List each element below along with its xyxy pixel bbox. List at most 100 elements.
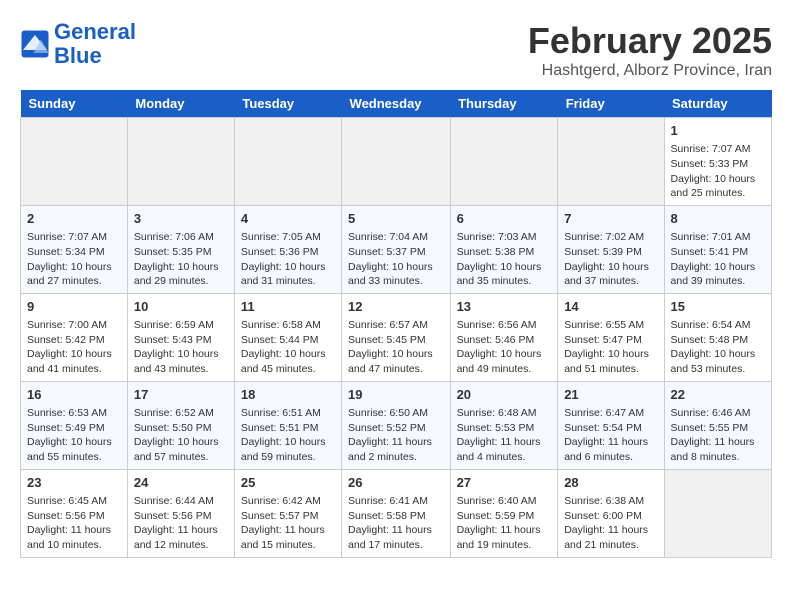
weekday-header-row: SundayMondayTuesdayWednesdayThursdayFrid… <box>21 90 772 118</box>
day-info: Sunrise: 7:01 AM Sunset: 5:41 PM Dayligh… <box>671 230 765 289</box>
day-info: Sunrise: 6:58 AM Sunset: 5:44 PM Dayligh… <box>241 318 335 377</box>
calendar-day-cell: 22 Sunrise: 6:46 AM Sunset: 5:55 PM Dayli… <box>664 381 771 469</box>
day-info: Sunrise: 7:05 AM Sunset: 5:36 PM Dayligh… <box>241 230 335 289</box>
month-title: February 2025 <box>528 20 772 62</box>
day-info: Sunrise: 6:50 AM Sunset: 5:52 PM Dayligh… <box>348 406 444 465</box>
calendar-day-cell <box>558 118 664 206</box>
calendar-day-cell: 13 Sunrise: 6:56 AM Sunset: 5:46 PM Dayli… <box>450 293 558 381</box>
day-info: Sunrise: 6:42 AM Sunset: 5:57 PM Dayligh… <box>241 494 335 553</box>
day-number: 27 <box>457 474 552 492</box>
day-number: 22 <box>671 386 765 404</box>
calendar-day-cell: 2 Sunrise: 7:07 AM Sunset: 5:34 PM Daylig… <box>21 205 128 293</box>
day-number: 1 <box>671 122 765 140</box>
calendar-day-cell: 21 Sunrise: 6:47 AM Sunset: 5:54 PM Dayli… <box>558 381 664 469</box>
weekday-header-thursday: Thursday <box>450 90 558 118</box>
day-info: Sunrise: 6:57 AM Sunset: 5:45 PM Dayligh… <box>348 318 444 377</box>
calendar-day-cell: 26 Sunrise: 6:41 AM Sunset: 5:58 PM Dayli… <box>342 469 451 557</box>
day-number: 20 <box>457 386 552 404</box>
day-number: 9 <box>27 298 121 316</box>
calendar-day-cell: 20 Sunrise: 6:48 AM Sunset: 5:53 PM Dayli… <box>450 381 558 469</box>
calendar-day-cell <box>450 118 558 206</box>
calendar-day-cell: 8 Sunrise: 7:01 AM Sunset: 5:41 PM Daylig… <box>664 205 771 293</box>
title-block: February 2025 Hashtgerd, Alborz Province… <box>528 20 772 80</box>
day-number: 19 <box>348 386 444 404</box>
day-info: Sunrise: 7:06 AM Sunset: 5:35 PM Dayligh… <box>134 230 228 289</box>
calendar-day-cell: 3Sunrise: 7:06 AM Sunset: 5:35 PM Daylig… <box>127 205 234 293</box>
calendar-day-cell: 19 Sunrise: 6:50 AM Sunset: 5:52 PM Dayli… <box>342 381 451 469</box>
day-info: Sunrise: 6:48 AM Sunset: 5:53 PM Dayligh… <box>457 406 552 465</box>
day-info: Sunrise: 7:03 AM Sunset: 5:38 PM Dayligh… <box>457 230 552 289</box>
day-number: 6 <box>457 210 552 228</box>
day-info: Sunrise: 7:00 AM Sunset: 5:42 PM Dayligh… <box>27 318 121 377</box>
calendar-day-cell: 17Sunrise: 6:52 AM Sunset: 5:50 PM Dayli… <box>127 381 234 469</box>
day-number: 21 <box>564 386 657 404</box>
day-number: 28 <box>564 474 657 492</box>
logo-icon <box>20 29 50 59</box>
calendar-day-cell: 10 Sunrise: 6:59 AM Sunset: 5:43 PM Dayli… <box>127 293 234 381</box>
calendar-day-cell: 12 Sunrise: 6:57 AM Sunset: 5:45 PM Dayli… <box>342 293 451 381</box>
day-info: Sunrise: 6:44 AM Sunset: 5:56 PM Dayligh… <box>134 494 228 553</box>
calendar-day-cell: 11Sunrise: 6:58 AM Sunset: 5:44 PM Dayli… <box>234 293 341 381</box>
calendar-day-cell: 1 Sunrise: 7:07 AM Sunset: 5:33 PM Daylig… <box>664 118 771 206</box>
day-info: Sunrise: 6:45 AM Sunset: 5:56 PM Dayligh… <box>27 494 121 553</box>
calendar-day-cell: 28 Sunrise: 6:38 AM Sunset: 6:00 PM Dayli… <box>558 469 664 557</box>
day-info: Sunrise: 7:02 AM Sunset: 5:39 PM Dayligh… <box>564 230 657 289</box>
weekday-header-sunday: Sunday <box>21 90 128 118</box>
calendar-day-cell: 24 Sunrise: 6:44 AM Sunset: 5:56 PM Dayli… <box>127 469 234 557</box>
day-info: Sunrise: 6:56 AM Sunset: 5:46 PM Dayligh… <box>457 318 552 377</box>
weekday-header-saturday: Saturday <box>664 90 771 118</box>
day-number: 10 <box>134 298 228 316</box>
day-number: 15 <box>671 298 765 316</box>
weekday-header-friday: Friday <box>558 90 664 118</box>
calendar-day-cell: 7 Sunrise: 7:02 AM Sunset: 5:39 PM Daylig… <box>558 205 664 293</box>
calendar-day-cell <box>234 118 341 206</box>
calendar-day-cell: 9 Sunrise: 7:00 AM Sunset: 5:42 PM Daylig… <box>21 293 128 381</box>
calendar-day-cell: 25 Sunrise: 6:42 AM Sunset: 5:57 PM Dayli… <box>234 469 341 557</box>
day-info: Sunrise: 6:55 AM Sunset: 5:47 PM Dayligh… <box>564 318 657 377</box>
calendar-day-cell: 5 Sunrise: 7:04 AM Sunset: 5:37 PM Daylig… <box>342 205 451 293</box>
day-info: Sunrise: 6:59 AM Sunset: 5:43 PM Dayligh… <box>134 318 228 377</box>
calendar-day-cell: 15 Sunrise: 6:54 AM Sunset: 5:48 PM Dayli… <box>664 293 771 381</box>
day-number: 7 <box>564 210 657 228</box>
day-info: Sunrise: 6:41 AM Sunset: 5:58 PM Dayligh… <box>348 494 444 553</box>
calendar-day-cell: 18 Sunrise: 6:51 AM Sunset: 5:51 PM Dayli… <box>234 381 341 469</box>
day-number: 14 <box>564 298 657 316</box>
day-number: 5 <box>348 210 444 228</box>
day-info: Sunrise: 6:53 AM Sunset: 5:49 PM Dayligh… <box>27 406 121 465</box>
page-header: GeneralBlue February 2025 Hashtgerd, Alb… <box>20 20 772 80</box>
day-info: Sunrise: 6:47 AM Sunset: 5:54 PM Dayligh… <box>564 406 657 465</box>
day-number: 23 <box>27 474 121 492</box>
calendar-week-1: 1 Sunrise: 7:07 AM Sunset: 5:33 PM Daylig… <box>21 118 772 206</box>
day-number: 2 <box>27 210 121 228</box>
weekday-header-tuesday: Tuesday <box>234 90 341 118</box>
day-info: Sunrise: 7:07 AM Sunset: 5:33 PM Dayligh… <box>671 142 765 201</box>
day-info: Sunrise: 6:51 AM Sunset: 5:51 PM Dayligh… <box>241 406 335 465</box>
day-number: 12 <box>348 298 444 316</box>
day-number: 18 <box>241 386 335 404</box>
day-info: Sunrise: 6:38 AM Sunset: 6:00 PM Dayligh… <box>564 494 657 553</box>
calendar-day-cell <box>127 118 234 206</box>
calendar-day-cell: 16 Sunrise: 6:53 AM Sunset: 5:49 PM Dayli… <box>21 381 128 469</box>
day-info: Sunrise: 6:46 AM Sunset: 5:55 PM Dayligh… <box>671 406 765 465</box>
day-info: Sunrise: 7:04 AM Sunset: 5:37 PM Dayligh… <box>348 230 444 289</box>
day-number: 16 <box>27 386 121 404</box>
calendar-week-4: 16 Sunrise: 6:53 AM Sunset: 5:49 PM Dayli… <box>21 381 772 469</box>
day-number: 25 <box>241 474 335 492</box>
day-number: 8 <box>671 210 765 228</box>
weekday-header-monday: Monday <box>127 90 234 118</box>
day-number: 4 <box>241 210 335 228</box>
day-info: Sunrise: 6:54 AM Sunset: 5:48 PM Dayligh… <box>671 318 765 377</box>
day-info: Sunrise: 7:07 AM Sunset: 5:34 PM Dayligh… <box>27 230 121 289</box>
location-subtitle: Hashtgerd, Alborz Province, Iran <box>528 62 772 80</box>
calendar-day-cell <box>21 118 128 206</box>
logo: GeneralBlue <box>20 20 136 68</box>
calendar-table: SundayMondayTuesdayWednesdayThursdayFrid… <box>20 90 772 558</box>
day-info: Sunrise: 6:52 AM Sunset: 5:50 PM Dayligh… <box>134 406 228 465</box>
calendar-week-2: 2 Sunrise: 7:07 AM Sunset: 5:34 PM Daylig… <box>21 205 772 293</box>
day-number: 26 <box>348 474 444 492</box>
calendar-day-cell: 23 Sunrise: 6:45 AM Sunset: 5:56 PM Dayli… <box>21 469 128 557</box>
calendar-day-cell <box>664 469 771 557</box>
day-number: 13 <box>457 298 552 316</box>
day-number: 24 <box>134 474 228 492</box>
calendar-week-3: 9 Sunrise: 7:00 AM Sunset: 5:42 PM Daylig… <box>21 293 772 381</box>
